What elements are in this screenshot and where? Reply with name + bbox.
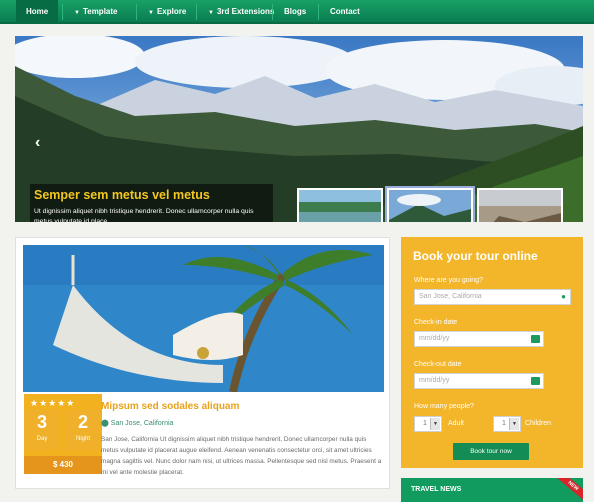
slide-thumbnail[interactable]	[297, 188, 383, 222]
tour-location: ⬤ San Jose, California	[101, 419, 173, 427]
checkout-input[interactable]: mm/dd/yy	[414, 373, 544, 389]
booking-panel: Book your tour online Where are you goin…	[401, 237, 583, 468]
lake-thumbnail-image	[299, 190, 381, 222]
tour-card: ★★★★★ 3 Day 2 Night $ 430 Mipsum sed sod…	[15, 237, 390, 489]
checkin-input[interactable]: mm/dd/yy	[414, 331, 544, 347]
map-pin-icon: ●	[561, 292, 566, 301]
caret-down-icon: ▼	[208, 10, 214, 16]
slide-caption: Semper sem metus vel metus Ut dignissim …	[30, 184, 273, 222]
tour-image[interactable]	[23, 245, 384, 392]
chevron-down-icon: ▼	[430, 418, 440, 430]
checkout-placeholder: mm/dd/yy	[419, 377, 450, 384]
hammock-palm-image	[23, 245, 384, 392]
days-value: 3	[36, 412, 47, 432]
nav-contact[interactable]: Contact	[320, 0, 370, 24]
booking-title: Book your tour online	[413, 249, 538, 263]
caret-down-icon: ▼	[148, 10, 154, 16]
tour-price: $ 430	[24, 456, 102, 474]
checkin-label: Check-in date	[414, 319, 458, 326]
star-rating-icon: ★★★★★	[30, 398, 76, 408]
prev-arrow-icon[interactable]: ‹	[35, 134, 40, 152]
slide-text: Ut dignissim aliquet nibh tristique hend…	[34, 208, 254, 222]
mountain-thumbnail-image	[389, 190, 471, 222]
nav-home[interactable]: Home	[16, 0, 59, 24]
nav-home-label: Home	[26, 7, 49, 16]
adult-select[interactable]: 1 ▼	[414, 416, 442, 432]
adult-value: 1	[423, 420, 427, 427]
nav-explore-label: Explore	[156, 7, 187, 16]
map-pin-icon: ⬤	[101, 420, 111, 427]
valley-thumbnail-image	[479, 190, 561, 222]
nav-divider	[196, 4, 197, 20]
slide-title: Semper sem metus vel metus	[34, 188, 210, 202]
children-select[interactable]: 1 ▼	[493, 416, 521, 432]
destination-placeholder: San Jose, California	[419, 293, 482, 300]
nav-explore[interactable]: ▼ Explore	[138, 0, 196, 24]
slide-thumbnail[interactable]	[477, 188, 563, 222]
where-label: Where are you going?	[414, 277, 483, 284]
chevron-down-icon: ▼	[509, 418, 519, 430]
tour-title[interactable]: Mipsum sed sodales aliquam	[101, 401, 239, 412]
children-label: Children	[525, 420, 552, 427]
nav-divider	[272, 4, 273, 20]
nav-divider	[136, 4, 137, 20]
tour-badge: ★★★★★ 3 Day 2 Night $ 430	[24, 394, 102, 474]
children-value: 1	[502, 420, 506, 427]
calendar-icon[interactable]	[531, 377, 540, 385]
calendar-icon[interactable]	[531, 335, 540, 343]
checkin-placeholder: mm/dd/yy	[419, 335, 450, 342]
nav-template[interactable]: ▼ Template	[64, 0, 127, 24]
main-nav: Home ▼ Template ▼ Explore ▼ 3rd Extensions …	[0, 0, 594, 24]
nights-label: Night	[75, 436, 90, 442]
tour-location-text: San Jose, California	[110, 420, 174, 427]
nav-divider	[62, 4, 63, 20]
nav-contact-label: Contact	[330, 7, 360, 16]
slide-thumbnail-active[interactable]	[385, 186, 475, 222]
nav-divider	[318, 4, 319, 20]
tour-description: San Jose, California Ut dignissim alique…	[101, 436, 382, 476]
checkout-label: Check-out date	[414, 361, 462, 368]
nights-box: 2 Night	[65, 410, 101, 450]
book-tour-button[interactable]: Book tour now	[453, 443, 529, 460]
nav-blogs[interactable]: Blogs	[274, 0, 316, 24]
adult-label: Adult	[448, 420, 464, 427]
people-label: How many people?	[414, 403, 474, 410]
nav-template-label: Template	[82, 7, 118, 16]
days-label: Day	[36, 436, 48, 442]
destination-input[interactable]: San Jose, California ●	[414, 289, 571, 305]
nav-3rd-extensions-label: 3rd Extensions	[216, 7, 275, 16]
new-ribbon: NEW	[555, 478, 583, 502]
travel-news-header: TRAVEL NEWS NEW	[401, 478, 583, 502]
travel-news-title: TRAVEL NEWS	[411, 486, 462, 493]
nav-blogs-label: Blogs	[284, 7, 307, 16]
caret-down-icon: ▼	[74, 10, 80, 16]
nights-value: 2	[77, 412, 88, 432]
days-box: 3 Day	[24, 410, 60, 450]
hero-slider: ‹ Semper sem metus vel metus Ut dignissi…	[15, 36, 583, 222]
